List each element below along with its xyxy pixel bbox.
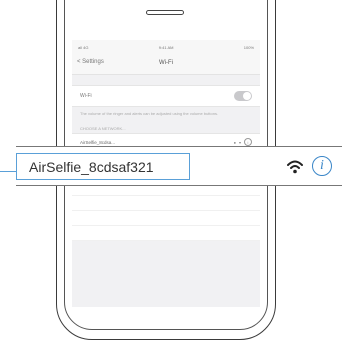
info-icon[interactable]: i	[244, 138, 252, 146]
choose-network-header: CHOOSE A NETWORK...	[80, 126, 126, 131]
navigation-bar: < Settings Wi-Fi	[72, 54, 260, 75]
battery-level: 100%	[243, 44, 254, 50]
status-bar: all 4G 9:41 AM 100%	[72, 40, 260, 54]
carrier-signal: all 4G	[78, 44, 89, 50]
callout-ssid: AirSelfie_8cdsaf321	[29, 158, 154, 175]
info-glyph: i	[320, 158, 324, 173]
wifi-label: Wi-Fi	[80, 93, 92, 99]
info-icon[interactable]: i	[312, 156, 332, 176]
wifi-note: The volume of the ringer and alerts can …	[80, 111, 219, 116]
network-name: AirSelfie_8cdsa...	[80, 139, 116, 145]
wifi-setting-row: Wi-Fi	[72, 85, 260, 107]
lock-icon: ●	[233, 139, 236, 145]
list-item	[72, 196, 260, 211]
status-time: 9:41 AM	[158, 44, 174, 50]
list-item	[72, 211, 260, 226]
list-item	[72, 226, 260, 241]
wifi-icon: ▾	[238, 139, 241, 145]
wifi-icon	[287, 160, 303, 174]
wifi-toggle[interactable]	[234, 91, 252, 101]
callout-leader-line	[0, 171, 16, 172]
phone-speaker	[146, 10, 184, 15]
page-title: Wi-Fi	[159, 60, 173, 66]
callout-network-name[interactable]: AirSelfie_8cdsaf321	[16, 153, 190, 180]
